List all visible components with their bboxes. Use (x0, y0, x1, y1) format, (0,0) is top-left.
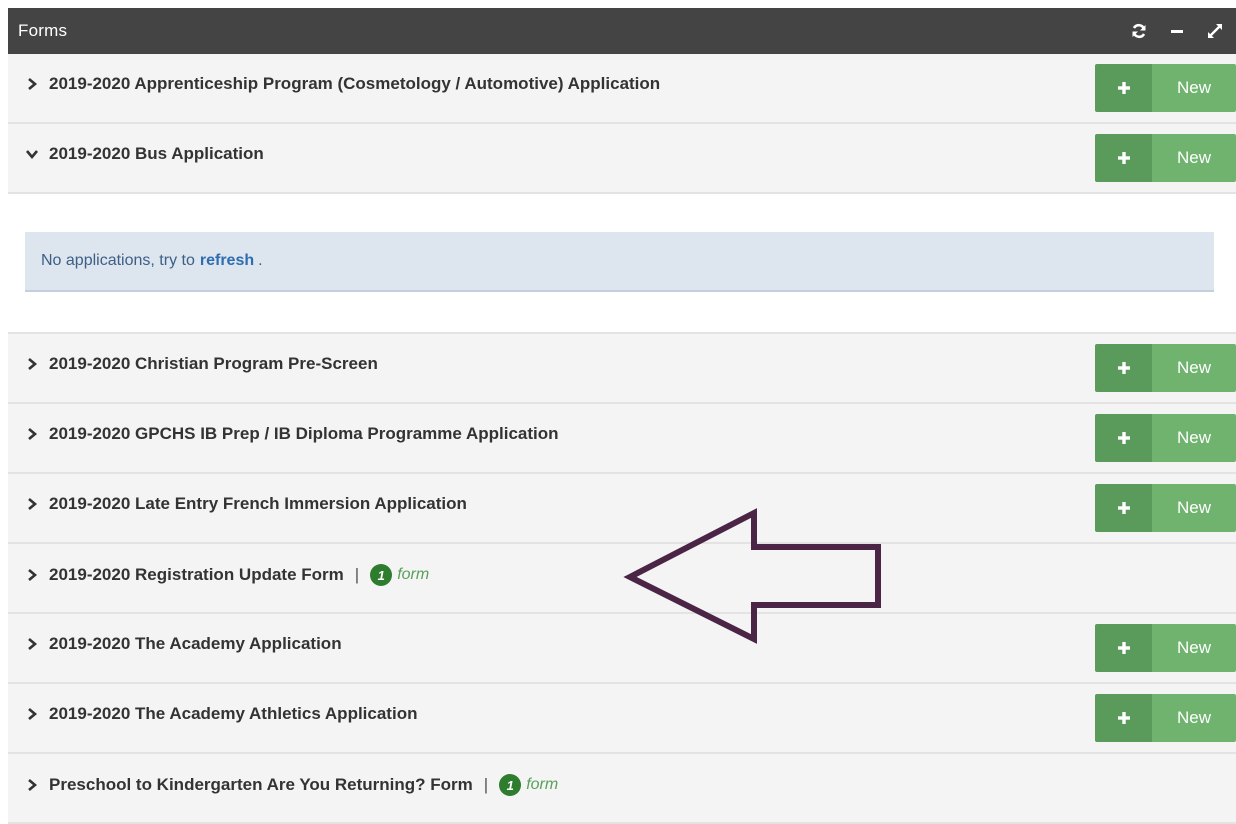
form-title: 2019-2020 Christian Program Pre-Screen (49, 354, 378, 373)
panel-title: Forms (18, 21, 68, 40)
form-row-title[interactable]: 2019-2020 Apprenticeship Program (Cosmet… (25, 74, 660, 94)
title-separator: | (483, 775, 489, 794)
chevron-down-icon (25, 147, 39, 161)
plus-icon (1095, 484, 1152, 532)
form-row[interactable]: Preschool to Kindergarten Are You Return… (8, 754, 1236, 824)
new-button-label: New (1152, 694, 1236, 742)
chevron-right-icon (25, 568, 39, 582)
form-title: Preschool to Kindergarten Are You Return… (49, 775, 473, 794)
new-button-label: New (1152, 414, 1236, 462)
new-application-button[interactable]: New (1095, 134, 1236, 182)
form-row[interactable]: 2019-2020 Registration Update Form | 1 form (8, 544, 1236, 614)
form-row[interactable]: 2019-2020 The Academy Application New (8, 614, 1236, 684)
plus-icon (1095, 414, 1152, 462)
chevron-right-icon (25, 707, 39, 721)
plus-icon (1095, 624, 1152, 672)
new-application-button[interactable]: New (1095, 64, 1236, 112)
form-row[interactable]: 2019-2020 Apprenticeship Program (Cosmet… (8, 54, 1236, 124)
form-row-expanded-body: No applications, try to refresh. (8, 194, 1236, 334)
new-application-button[interactable]: New (1095, 624, 1236, 672)
forms-panel: Forms 2019-2020 Apprenticeship Program (… (8, 8, 1236, 824)
new-button-label: New (1152, 134, 1236, 182)
form-row[interactable]: 2019-2020 Bus Application New (8, 124, 1236, 194)
form-title: 2019-2020 Late Entry French Immersion Ap… (49, 494, 467, 513)
form-title: 2019-2020 Apprenticeship Program (Cosmet… (49, 74, 661, 93)
new-button-label: New (1152, 344, 1236, 392)
forms-list: 2019-2020 Apprenticeship Program (Cosmet… (8, 54, 1236, 824)
chevron-right-icon (25, 497, 39, 511)
alert-trailing: . (258, 252, 263, 269)
new-application-button[interactable]: New (1095, 694, 1236, 742)
form-title: 2019-2020 The Academy Athletics Applicat… (49, 704, 418, 723)
chevron-right-icon (25, 357, 39, 371)
new-button-label: New (1152, 64, 1236, 112)
form-row[interactable]: 2019-2020 GPCHS IB Prep / IB Diploma Pro… (8, 404, 1236, 474)
new-application-button[interactable]: New (1095, 344, 1236, 392)
chevron-right-icon (25, 427, 39, 441)
form-row-title[interactable]: 2019-2020 Bus Application (25, 144, 264, 164)
form-title: 2019-2020 Registration Update Form (49, 565, 344, 584)
form-title: 2019-2020 Bus Application (49, 144, 264, 163)
form-row-title[interactable]: 2019-2020 Late Entry French Immersion Ap… (25, 494, 467, 514)
panel-header: Forms (8, 8, 1236, 54)
form-row-title[interactable]: 2019-2020 Registration Update Form | 1 form (25, 564, 429, 586)
form-row[interactable]: 2019-2020 The Academy Athletics Applicat… (8, 684, 1236, 754)
form-row-title[interactable]: 2019-2020 GPCHS IB Prep / IB Diploma Pro… (25, 424, 559, 444)
form-row[interactable]: 2019-2020 Christian Program Pre-Screen Ne… (8, 334, 1236, 404)
form-row-title[interactable]: 2019-2020 The Academy Athletics Applicat… (25, 704, 417, 724)
minimize-icon[interactable] (1168, 22, 1186, 40)
chevron-right-icon (25, 637, 39, 651)
form-count-label: form (397, 566, 430, 583)
form-row-title[interactable]: 2019-2020 The Academy Application (25, 634, 342, 654)
new-application-button[interactable]: New (1095, 484, 1236, 532)
header-tools (1130, 22, 1226, 40)
plus-icon (1095, 64, 1152, 112)
plus-icon (1095, 134, 1152, 182)
form-row[interactable]: 2019-2020 Late Entry French Immersion Ap… (8, 474, 1236, 544)
chevron-right-icon (25, 77, 39, 91)
form-row-title[interactable]: Preschool to Kindergarten Are You Return… (25, 774, 558, 796)
new-button-label: New (1152, 624, 1236, 672)
plus-icon (1095, 344, 1152, 392)
form-count-label: form (526, 776, 559, 793)
plus-icon (1095, 694, 1152, 742)
refresh-icon[interactable] (1130, 22, 1148, 40)
form-count-badge: 1 (499, 774, 522, 796)
refresh-link[interactable]: refresh (200, 252, 254, 270)
alert-text: No applications, try to (41, 252, 195, 269)
form-row-title[interactable]: 2019-2020 Christian Program Pre-Screen (25, 354, 378, 374)
no-applications-alert: No applications, try to refresh. (25, 232, 1214, 292)
chevron-right-icon (25, 778, 39, 792)
form-title: 2019-2020 GPCHS IB Prep / IB Diploma Pro… (49, 424, 559, 443)
form-count-badge: 1 (370, 564, 393, 586)
form-title: 2019-2020 The Academy Application (49, 634, 342, 653)
new-button-label: New (1152, 484, 1236, 532)
title-separator: | (354, 565, 360, 584)
new-application-button[interactable]: New (1095, 414, 1236, 462)
expand-icon[interactable] (1206, 22, 1224, 40)
